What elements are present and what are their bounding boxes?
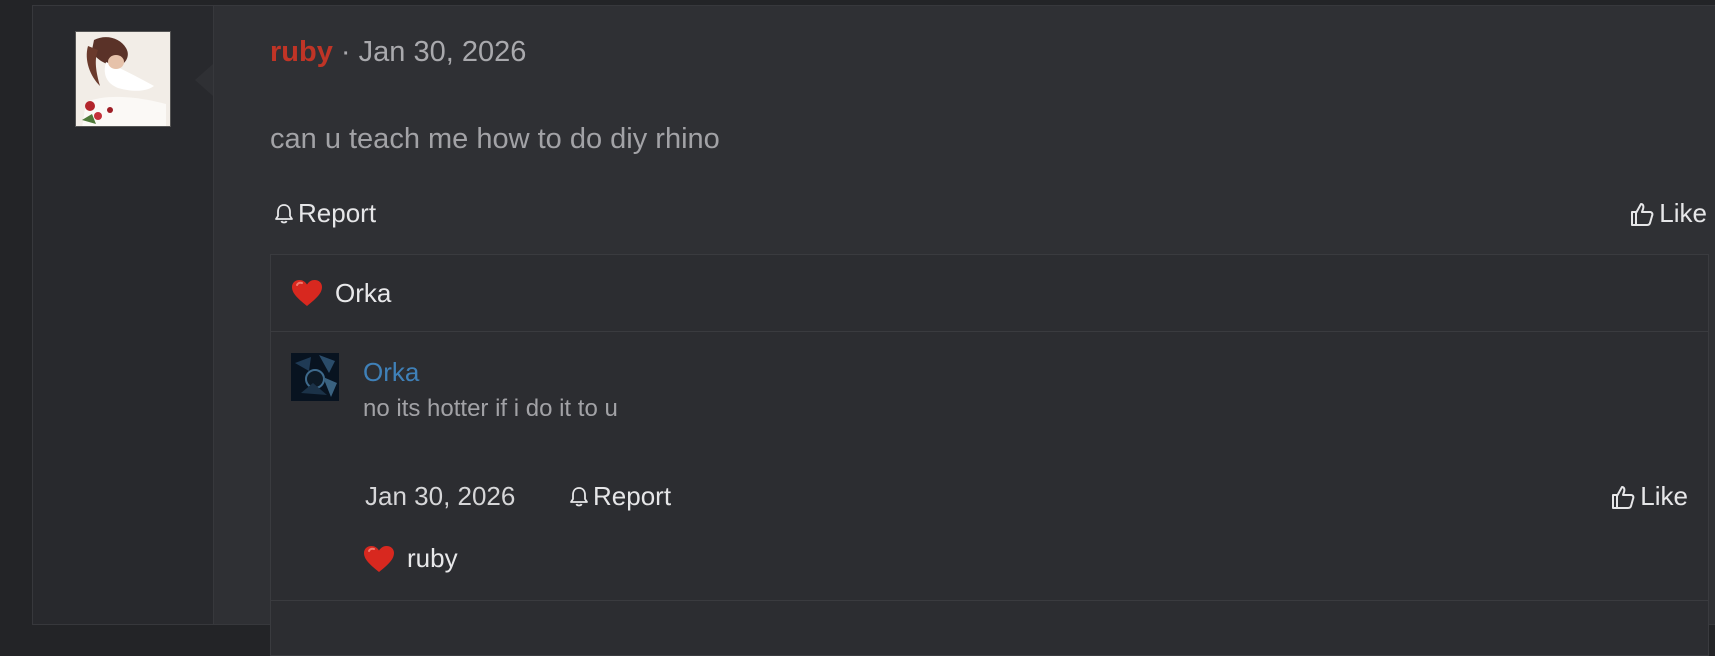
user-column: [33, 6, 214, 624]
post-body: can u teach me how to do diy rhino: [270, 123, 720, 155]
thumbs-up-icon: [1629, 201, 1655, 227]
thumbs-up-icon: [1610, 484, 1636, 510]
bell-icon: [274, 203, 294, 225]
comment-date[interactable]: Jan 30, 2026: [365, 481, 515, 512]
report-label: Report: [298, 198, 377, 228]
comment-reaction-bar[interactable]: ruby: [363, 543, 458, 574]
report-button[interactable]: Report: [274, 198, 376, 229]
comment-like-label: Like: [1640, 481, 1688, 511]
comment-reaction-user[interactable]: ruby: [407, 543, 458, 574]
reactions-and-comments: Orka Orka no its hotter if i do it to u …: [270, 254, 1709, 656]
like-label: Like: [1659, 198, 1707, 228]
comment-like-button[interactable]: Like: [1610, 481, 1688, 512]
avatar-image: [76, 32, 170, 126]
header-separator: ·: [340, 36, 351, 68]
post-username[interactable]: ruby: [270, 36, 333, 68]
heart-icon: [363, 545, 395, 573]
comment-text: no its hotter if i do it to u: [363, 395, 618, 422]
comment-report-button[interactable]: Report: [569, 481, 671, 512]
comment-report-label: Report: [593, 481, 672, 511]
bell-icon: [569, 486, 589, 508]
reaction-user[interactable]: Orka: [335, 278, 391, 309]
heart-icon: [291, 279, 323, 307]
comment-avatar-image: [291, 353, 339, 401]
comment-avatar[interactable]: [291, 353, 339, 401]
divider: [271, 600, 1708, 601]
avatar[interactable]: [75, 31, 171, 127]
post-container: ruby · Jan 30, 2026 can u teach me how t…: [32, 5, 1715, 656]
message-arrow: [195, 64, 213, 96]
comment-author[interactable]: Orka: [363, 357, 419, 388]
like-button[interactable]: Like: [1629, 198, 1707, 229]
post-date[interactable]: Jan 30, 2026: [359, 36, 527, 68]
message-content: ruby · Jan 30, 2026 can u teach me how t…: [214, 6, 1715, 656]
message-header: ruby · Jan 30, 2026: [270, 36, 526, 69]
reaction-bar[interactable]: Orka: [271, 255, 1708, 332]
